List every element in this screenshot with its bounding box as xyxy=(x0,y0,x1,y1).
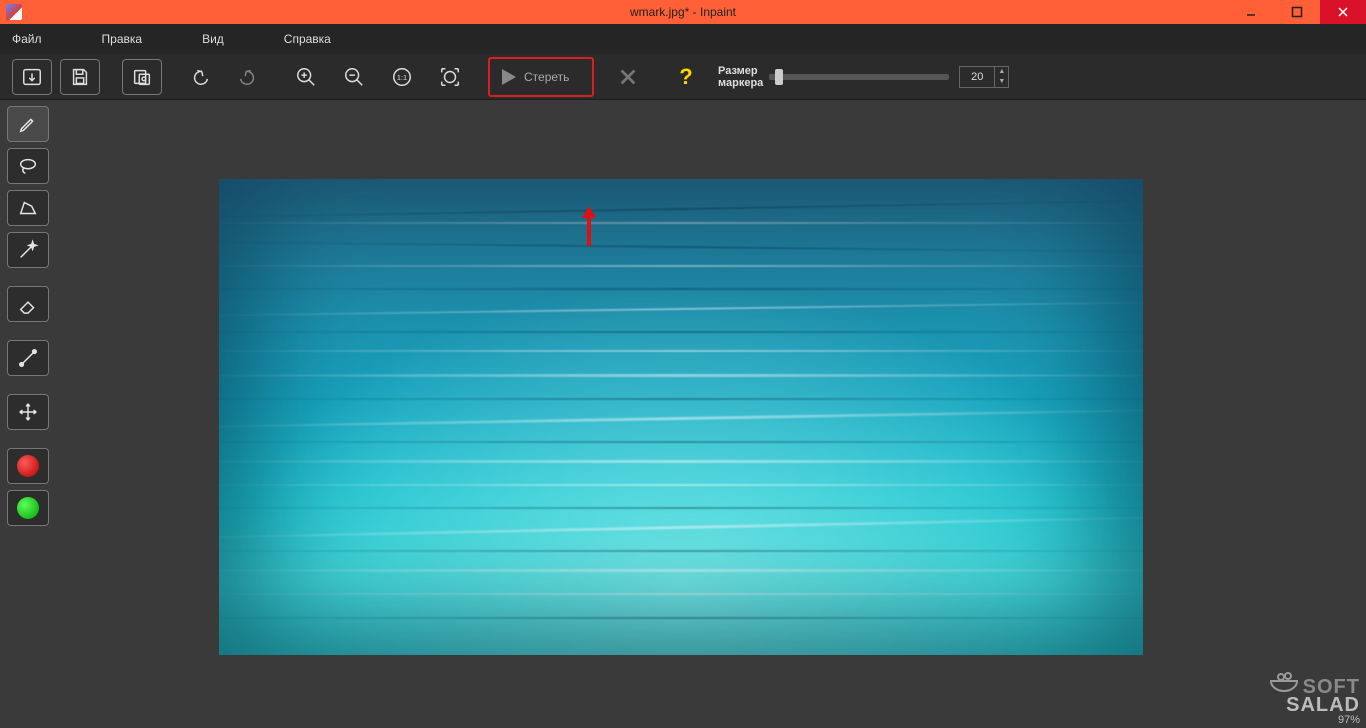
save-icon xyxy=(69,66,91,88)
window-controls xyxy=(1228,0,1366,24)
move-icon xyxy=(17,401,39,423)
zoom-in-button[interactable] xyxy=(286,59,326,95)
erase-button[interactable]: Стереть xyxy=(488,57,594,97)
eraser-icon xyxy=(17,293,39,315)
paste-button[interactable] xyxy=(122,59,162,95)
menu-edit[interactable]: Правка xyxy=(102,32,143,46)
tool-polygon[interactable] xyxy=(7,190,49,226)
tool-marker[interactable] xyxy=(7,106,49,142)
slider-thumb[interactable] xyxy=(775,69,783,85)
watermark-salad: SALAD xyxy=(1286,694,1360,716)
canvas-image[interactable] xyxy=(219,179,1143,655)
save-button[interactable] xyxy=(60,59,100,95)
tool-lasso[interactable] xyxy=(7,148,49,184)
play-icon xyxy=(502,69,516,85)
line-icon xyxy=(17,347,39,369)
minimize-button[interactable] xyxy=(1228,0,1274,24)
tool-line[interactable] xyxy=(7,340,49,376)
help-button[interactable]: ? xyxy=(666,59,706,95)
menu-file[interactable]: Файл xyxy=(12,32,42,46)
tool-magic-wand[interactable] xyxy=(7,232,49,268)
cancel-button[interactable] xyxy=(608,59,648,95)
app-icon xyxy=(6,4,22,20)
close-button[interactable] xyxy=(1320,0,1366,24)
bowl-icon xyxy=(1269,671,1299,696)
zoom-out-button[interactable] xyxy=(334,59,374,95)
open-icon xyxy=(21,66,43,88)
redo-icon xyxy=(237,66,259,88)
mask-red[interactable] xyxy=(7,448,49,484)
red-dot-icon xyxy=(17,455,39,477)
menu-view[interactable]: Вид xyxy=(202,32,224,46)
zoom-actual-button[interactable]: 1:1 xyxy=(382,59,422,95)
cancel-icon xyxy=(617,66,639,88)
marker-size-label: Размер маркера xyxy=(718,65,763,89)
tool-eraser[interactable] xyxy=(7,286,49,322)
maximize-button[interactable] xyxy=(1274,0,1320,24)
zoom-fit-icon xyxy=(439,66,461,88)
canvas-area[interactable] xyxy=(56,100,1366,728)
magic-wand-icon xyxy=(17,239,39,261)
menu-help[interactable]: Справка xyxy=(284,32,331,46)
lasso-icon xyxy=(17,155,39,177)
zoom-out-icon xyxy=(343,66,365,88)
marker-size-input[interactable] xyxy=(959,66,995,88)
tool-move[interactable] xyxy=(7,394,49,430)
toolbar: 1:1 Стереть ? Размер маркера ▲▼ xyxy=(0,54,1366,100)
marker-size-slider[interactable] xyxy=(769,74,949,80)
mask-green[interactable] xyxy=(7,490,49,526)
zoom-in-icon xyxy=(295,66,317,88)
green-dot-icon xyxy=(17,497,39,519)
title-bar: wmark.jpg* - Inpaint xyxy=(0,0,1366,24)
spinner-arrows[interactable]: ▲▼ xyxy=(995,66,1009,88)
menu-bar: Файл Правка Вид Справка xyxy=(0,24,1366,54)
help-icon: ? xyxy=(679,64,692,90)
zoom-fit-button[interactable] xyxy=(430,59,470,95)
window-title: wmark.jpg* - Inpaint xyxy=(630,5,736,19)
paste-icon xyxy=(131,66,153,88)
tools-sidebar xyxy=(0,100,56,728)
watermark: SOFT SALAD 97% xyxy=(1269,671,1360,726)
open-button[interactable] xyxy=(12,59,52,95)
svg-text:1:1: 1:1 xyxy=(397,72,407,81)
redo-button[interactable] xyxy=(228,59,268,95)
zoom-actual-icon: 1:1 xyxy=(391,66,413,88)
undo-button[interactable] xyxy=(180,59,220,95)
erase-label: Стереть xyxy=(524,70,569,84)
undo-icon xyxy=(189,66,211,88)
marker-icon xyxy=(17,113,39,135)
marker-size-spinner[interactable]: ▲▼ xyxy=(959,66,1009,88)
annotation-arrow xyxy=(582,206,596,246)
polygon-icon xyxy=(17,197,39,219)
